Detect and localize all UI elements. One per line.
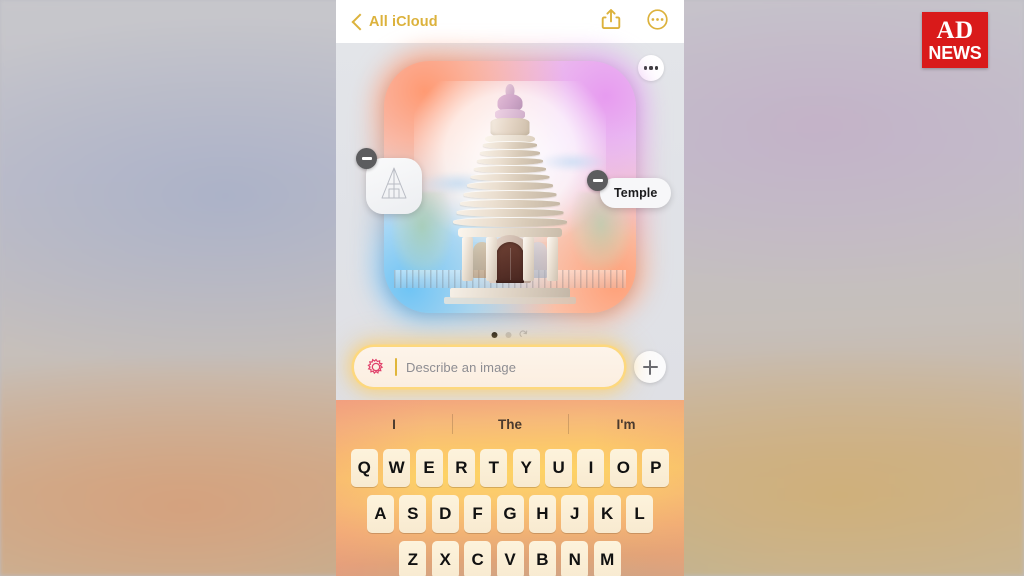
predictive-text-bar: I The I'm	[336, 400, 684, 448]
temple-illustration	[444, 84, 576, 305]
image-playground-content: Temple Describe an image	[336, 43, 684, 400]
key-m[interactable]: M	[593, 541, 621, 576]
prediction-suggestion[interactable]: I	[336, 417, 452, 432]
temple-column	[486, 237, 497, 282]
key-x[interactable]: X	[431, 541, 459, 576]
remove-sketch-concept-button[interactable]	[356, 148, 377, 169]
temple-concept-chip[interactable]: Temple	[587, 170, 672, 208]
image-playground-icon	[367, 358, 384, 375]
text-cursor	[395, 358, 397, 376]
key-j[interactable]: J	[561, 495, 589, 533]
temple-column	[462, 237, 473, 282]
key-t[interactable]: T	[480, 449, 508, 487]
temple-column	[523, 237, 534, 282]
key-o[interactable]: O	[609, 449, 637, 487]
page-dot-active[interactable]	[491, 331, 498, 338]
remove-temple-concept-button[interactable]	[587, 170, 608, 191]
temple-mandapa	[444, 228, 576, 305]
key-k[interactable]: K	[593, 495, 621, 533]
temple-plinth-lower	[444, 297, 576, 305]
navigation-bar: All iCloud	[336, 0, 684, 43]
card-ellipsis-menu-button[interactable]	[638, 55, 664, 81]
key-u[interactable]: U	[545, 449, 573, 487]
prompt-row: Describe an image	[336, 347, 684, 387]
key-r[interactable]: R	[447, 449, 475, 487]
key-c[interactable]: C	[464, 541, 492, 576]
temple-door	[496, 242, 524, 284]
phone-screen-panel: All iCloud Temple Describe an image I Th…	[336, 0, 684, 576]
temple-chip-label: Temple	[614, 186, 658, 200]
key-q[interactable]: Q	[350, 449, 378, 487]
share-icon[interactable]	[601, 8, 621, 35]
ellipsis-dot	[643, 66, 647, 70]
sketch-concept-chip[interactable]	[356, 148, 422, 214]
add-concept-button[interactable]	[634, 351, 666, 383]
more-circle-icon[interactable]	[647, 8, 668, 35]
key-g[interactable]: G	[496, 495, 524, 533]
back-button-label: All iCloud	[369, 13, 438, 30]
key-v[interactable]: V	[496, 541, 524, 576]
keyboard-row-2: A S D F G H J K L	[336, 495, 684, 533]
key-a[interactable]: A	[366, 495, 394, 533]
sketch-thumbnail-icon	[381, 167, 407, 199]
ellipsis-dot	[649, 66, 653, 70]
key-s[interactable]: S	[399, 495, 427, 533]
input-placeholder-text: Describe an image	[406, 359, 517, 375]
adnews-watermark-logo: AD NEWS	[922, 12, 988, 68]
key-b[interactable]: B	[528, 541, 556, 576]
redo-icon[interactable]	[519, 330, 529, 339]
key-i[interactable]: I	[577, 449, 605, 487]
prediction-suggestion[interactable]: The	[452, 417, 568, 432]
key-l[interactable]: L	[626, 495, 654, 533]
watermark-line-1: AD	[936, 17, 974, 44]
describe-image-input[interactable]: Describe an image	[354, 347, 624, 387]
keyboard-row-1: Q W E R T Y U I O P	[336, 449, 684, 487]
page-dot[interactable]	[505, 331, 512, 338]
temple-shikhara	[446, 141, 574, 229]
nav-actions-group	[601, 8, 668, 35]
key-w[interactable]: W	[383, 449, 411, 487]
key-d[interactable]: D	[431, 495, 459, 533]
back-button-all-icloud[interactable]: All iCloud	[352, 13, 438, 31]
key-n[interactable]: N	[561, 541, 589, 576]
key-f[interactable]: F	[464, 495, 492, 533]
chevron-left-icon	[352, 13, 363, 31]
temple-column	[547, 237, 558, 282]
plus-icon	[642, 359, 658, 375]
keyboard-row-3: Z X C V B N M	[336, 541, 684, 576]
ellipsis-dot	[655, 66, 659, 70]
key-p[interactable]: P	[642, 449, 670, 487]
key-z[interactable]: Z	[399, 541, 427, 576]
prediction-suggestion[interactable]: I'm	[568, 417, 684, 432]
key-e[interactable]: E	[415, 449, 443, 487]
minus-icon	[361, 157, 372, 160]
key-h[interactable]: H	[528, 495, 556, 533]
watermark-line-2: NEWS	[928, 43, 982, 63]
on-screen-keyboard: I The I'm Q W E R T Y U I O P A S D F G …	[336, 400, 684, 576]
page-indicator-dots	[491, 330, 529, 339]
minus-icon	[592, 179, 603, 182]
key-y[interactable]: Y	[512, 449, 540, 487]
